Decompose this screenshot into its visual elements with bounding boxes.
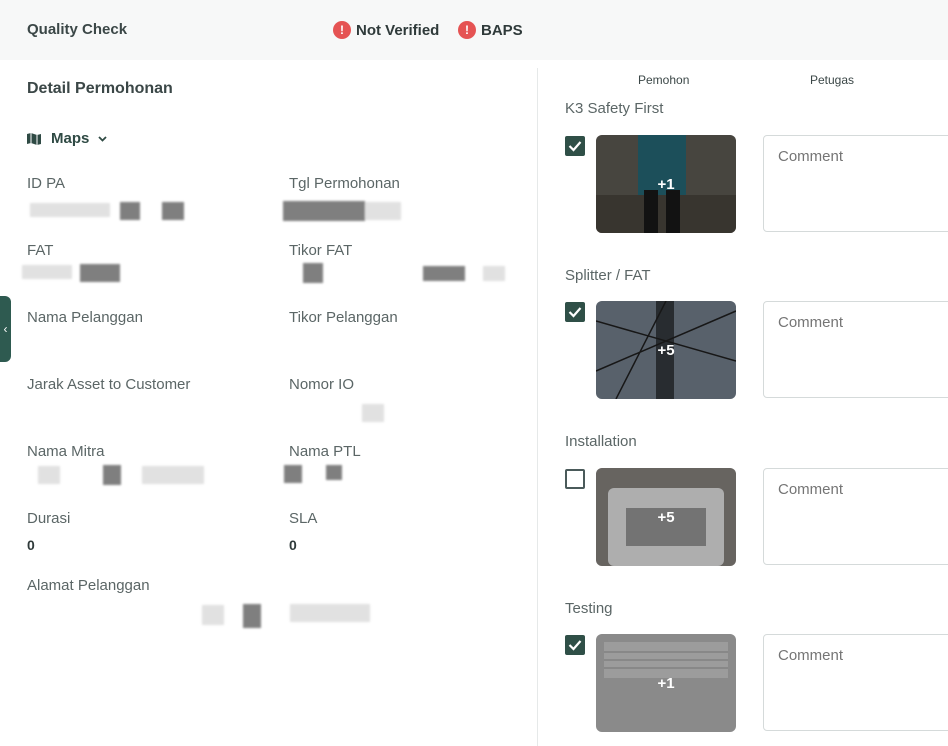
redacted-block	[142, 466, 204, 484]
quality-check-header: Quality Check ! Not Verified ! BAPS	[0, 0, 948, 60]
checklist-panel: Pemohon Petugas K3 Safety First +1 Split…	[538, 60, 948, 746]
redacted-block	[303, 263, 323, 283]
redacted-block	[162, 202, 184, 220]
redacted-block	[202, 605, 224, 625]
status-badge-not-verified: ! Not Verified	[333, 21, 439, 39]
redacted-block	[326, 465, 342, 480]
maps-toggle[interactable]: Maps	[27, 130, 107, 147]
redacted-block	[483, 266, 505, 281]
redacted-block	[22, 265, 72, 279]
section-title: Detail Permohonan	[27, 80, 173, 97]
check-item-title: Testing	[565, 600, 613, 617]
column-header-petugas: Petugas	[810, 73, 855, 87]
checkmark-icon	[568, 307, 582, 318]
check-checkbox[interactable]	[565, 136, 585, 156]
check-item-title: Splitter / FAT	[565, 267, 651, 284]
checkmark-icon	[568, 141, 582, 152]
comment-input[interactable]	[763, 468, 948, 565]
field-alamat-pelanggan: Alamat Pelanggan	[27, 577, 150, 622]
photo-count: +5	[657, 508, 675, 526]
redacted-block	[284, 465, 302, 483]
redacted-block	[120, 202, 140, 220]
check-item-title: K3 Safety First	[565, 100, 664, 117]
photo-thumbnail[interactable]: +1	[596, 135, 736, 233]
redacted-block	[290, 604, 370, 622]
field-sla: SLA 0	[289, 510, 317, 555]
detail-panel: Detail Permohonan Maps ID PA Tgl Permoho…	[0, 60, 537, 746]
field-label: Nama Mitra	[27, 443, 105, 460]
checkmark-icon	[568, 640, 582, 651]
maps-label: Maps	[51, 130, 90, 147]
field-value	[289, 403, 354, 421]
photo-thumbnail[interactable]: +1	[596, 634, 736, 732]
field-nomor-io: Nomor IO	[289, 376, 354, 421]
redacted-block	[243, 604, 261, 628]
collapse-handle[interactable]: ‹	[0, 296, 11, 362]
photo-count: +1	[657, 674, 675, 692]
field-label: Jarak Asset to Customer	[27, 376, 191, 393]
comment-input[interactable]	[763, 135, 948, 232]
field-value	[27, 604, 150, 622]
redacted-block	[283, 201, 365, 221]
field-value: 0	[27, 537, 35, 553]
field-label: ID PA	[27, 175, 66, 192]
status-badge-label: Not Verified	[356, 21, 440, 39]
field-nama-pelanggan: Nama Pelanggan	[27, 309, 143, 354]
check-checkbox[interactable]	[565, 635, 585, 655]
field-label: Durasi	[27, 510, 71, 527]
field-value	[289, 336, 398, 354]
field-durasi: Durasi 0	[27, 510, 70, 555]
redacted-block	[362, 404, 384, 422]
field-value	[27, 403, 190, 421]
field-value	[27, 336, 143, 354]
field-tikor-pelanggan: Tikor Pelanggan	[289, 309, 398, 354]
redacted-block	[365, 202, 401, 220]
photo-count: +1	[657, 175, 675, 193]
field-label: Tgl Permohonan	[289, 175, 400, 192]
field-label: Nama Pelanggan	[27, 309, 143, 326]
field-label: SLA	[289, 510, 318, 527]
check-checkbox[interactable]	[565, 302, 585, 322]
column-header-pemohon: Pemohon	[638, 73, 690, 87]
map-icon	[27, 132, 41, 145]
redacted-block	[80, 264, 120, 282]
alert-icon: !	[333, 21, 351, 39]
field-label: Nama PTL	[289, 443, 361, 460]
field-label: FAT	[27, 242, 54, 259]
redacted-block	[38, 466, 60, 484]
redacted-block	[103, 465, 121, 485]
page-title: Quality Check	[27, 21, 128, 38]
photo-thumbnail[interactable]: +5	[596, 301, 736, 399]
chevron-left-icon: ‹	[3, 322, 8, 336]
redacted-block	[423, 266, 465, 281]
check-checkbox[interactable]	[565, 469, 585, 489]
field-label: Tikor FAT	[289, 242, 353, 259]
field-label: Tikor Pelanggan	[289, 309, 398, 326]
photo-thumbnail[interactable]: +5	[596, 468, 736, 566]
field-jarak-asset: Jarak Asset to Customer	[27, 376, 190, 421]
alert-icon: !	[458, 21, 476, 39]
field-label: Alamat Pelanggan	[27, 577, 150, 594]
field-label: Nomor IO	[289, 376, 355, 393]
chevron-down-icon	[98, 135, 107, 142]
field-value: 0	[289, 537, 297, 553]
comment-input[interactable]	[763, 301, 948, 398]
redacted-block	[30, 203, 110, 217]
status-badge-label: BAPS	[481, 21, 523, 39]
photo-count: +5	[657, 341, 675, 359]
status-badge-baps: ! BAPS	[458, 21, 523, 39]
check-item-title: Installation	[565, 433, 637, 450]
comment-input[interactable]	[763, 634, 948, 731]
